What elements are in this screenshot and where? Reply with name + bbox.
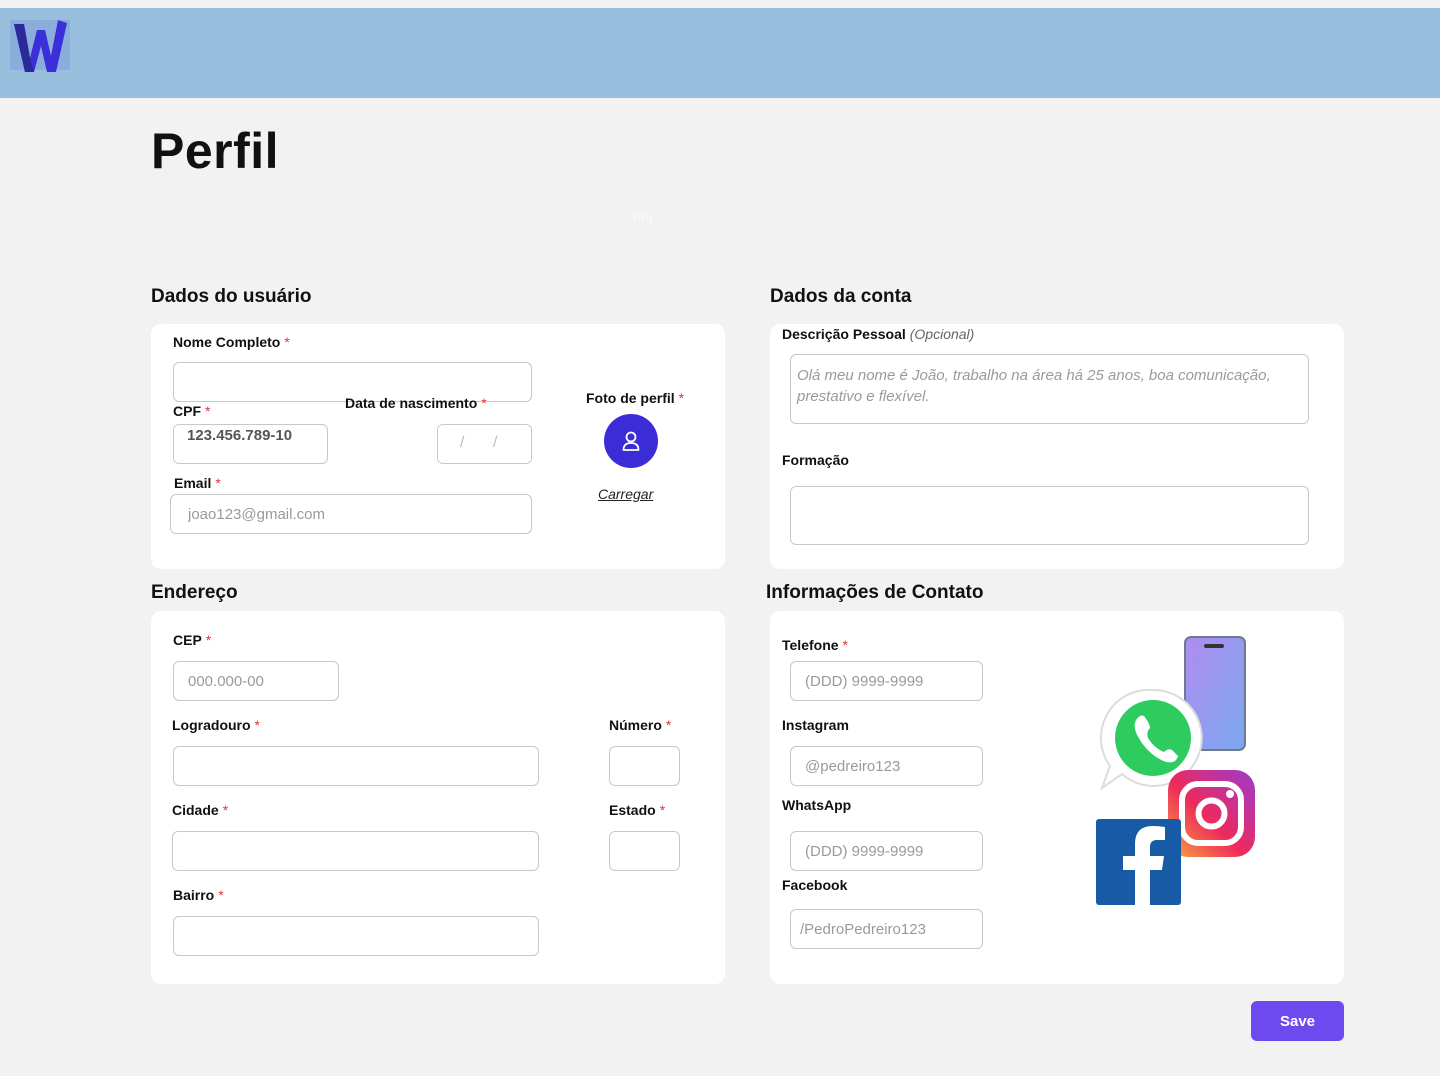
save-button[interactable]: Save <box>1251 1001 1344 1041</box>
number-label: Número * <box>609 717 672 733</box>
date-separator: / <box>493 434 498 451</box>
instagram-label: Instagram <box>782 717 849 733</box>
whatsapp-label: WhatsApp <box>782 797 852 813</box>
cep-input[interactable] <box>173 661 339 701</box>
address-title: Endereço <box>151 582 238 603</box>
instagram-icon <box>1168 770 1255 857</box>
account-data-title: Dados da conta <box>770 286 912 307</box>
date-separator: / <box>460 434 465 451</box>
whatsapp-input[interactable] <box>790 831 983 871</box>
city-input[interactable] <box>172 831 539 871</box>
phone-label: Telefone * <box>782 637 848 653</box>
birth-date-label: Data de nascimento * <box>345 395 487 411</box>
user-data-title: Dados do usuário <box>151 286 312 307</box>
user-icon <box>622 431 640 451</box>
email-label: Email * <box>174 475 221 491</box>
facebook-label: Facebook <box>782 877 848 893</box>
state-label: Estado * <box>609 802 666 818</box>
number-input[interactable] <box>609 746 680 786</box>
instagram-input[interactable] <box>790 746 983 786</box>
facebook-input[interactable] <box>790 909 983 949</box>
street-label: Logradouro * <box>172 717 260 733</box>
top-strip <box>0 0 1440 8</box>
api-label: API <box>633 211 653 225</box>
app-header <box>0 8 1440 98</box>
cpf-label: CPF * <box>173 403 211 419</box>
email-input[interactable] <box>170 494 532 534</box>
district-label: Bairro * <box>173 887 224 903</box>
birth-date-input[interactable] <box>437 424 532 464</box>
district-input[interactable] <box>173 916 539 956</box>
contact-title: Informações de Contato <box>766 582 984 603</box>
state-input[interactable] <box>609 831 680 871</box>
social-illustration <box>1096 636 1255 905</box>
page-title: Perfil <box>151 123 280 179</box>
education-label: Formação <box>782 452 849 468</box>
education-input[interactable] <box>790 486 1309 545</box>
profile-photo-avatar[interactable] <box>604 414 658 468</box>
upload-photo-link[interactable]: Carregar <box>598 486 653 502</box>
full-name-label: Nome Completo * <box>173 334 290 350</box>
cep-label: CEP * <box>173 632 212 648</box>
cpf-value: 123.456.789-10 <box>187 427 293 444</box>
description-label: Descrição Pessoal (Opcional) <box>782 326 975 342</box>
facebook-icon <box>1096 819 1181 905</box>
w-logo-icon[interactable] <box>10 16 70 72</box>
description-textarea[interactable] <box>790 354 1309 424</box>
street-input[interactable] <box>173 746 539 786</box>
city-label: Cidade * <box>172 802 229 818</box>
phone-input[interactable] <box>790 661 983 701</box>
profile-photo-label: Foto de perfil * <box>586 390 685 406</box>
